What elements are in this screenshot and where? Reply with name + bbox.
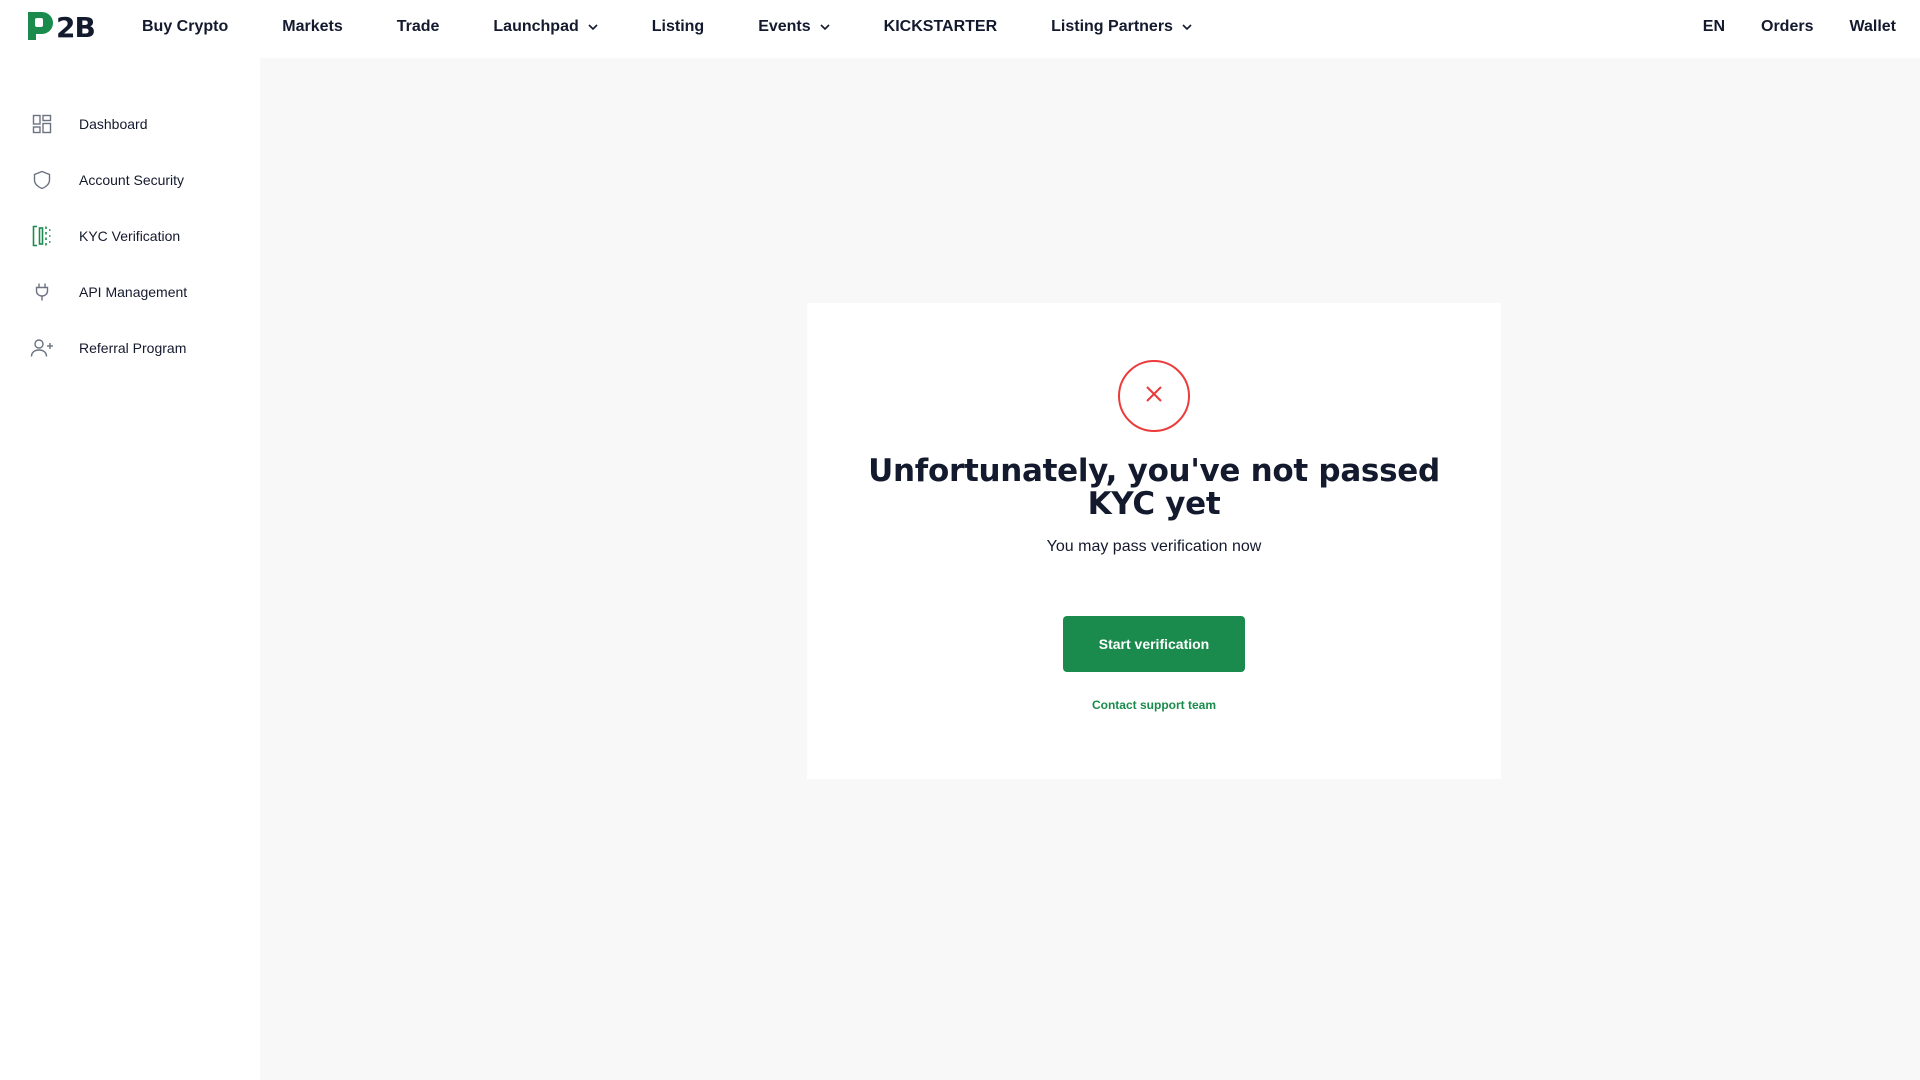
sidebar-item-label: Account Security (79, 172, 185, 188)
nav-kickstarter[interactable]: KICKSTARTER (884, 18, 997, 36)
orders-label: Orders (1761, 18, 1814, 35)
sidebar-item-referral-program[interactable]: Referral Program (30, 334, 186, 362)
chevron-down-icon (1182, 24, 1192, 30)
nav-markets[interactable]: Markets (282, 18, 342, 36)
nav-launchpad[interactable]: Launchpad (493, 18, 598, 36)
wallet-link[interactable]: Wallet (1849, 18, 1896, 36)
main-nav: Buy Crypto Markets Trade Launchpad Listi… (142, 0, 1246, 54)
nav-label: Listing Partners (1051, 18, 1173, 35)
orders-link[interactable]: Orders (1761, 18, 1813, 36)
sidebar-item-label: Referral Program (79, 340, 187, 356)
shield-icon (30, 168, 54, 192)
plug-icon (30, 280, 54, 304)
sidebar-item-api-management[interactable]: API Management (30, 278, 187, 306)
user-plus-icon (30, 336, 54, 360)
nav-label: KICKSTARTER (883, 18, 998, 35)
nav-label: Launchpad (493, 18, 579, 35)
header-right: EN Orders Wallet (1667, 0, 1896, 54)
sidebar: Dashboard Account Security KYC Verificat (0, 58, 260, 1080)
nav-listing[interactable]: Listing (652, 18, 704, 36)
sidebar-item-account-security[interactable]: Account Security (30, 166, 184, 194)
top-header: 2B Buy Crypto Markets Trade Launchpad Li… (0, 0, 1920, 58)
p-logo-icon (24, 8, 58, 47)
p2b-logo[interactable]: 2B (24, 8, 96, 47)
nav-trade[interactable]: Trade (397, 18, 440, 36)
nav-listing-partners[interactable]: Listing Partners (1051, 18, 1192, 36)
nav-label: Markets (282, 18, 343, 35)
sidebar-item-kyc-verification[interactable]: KYC Verification (30, 222, 180, 250)
main-content: Unfortunately, you've not passed KYC yet… (260, 58, 1920, 1080)
wallet-label: Wallet (1849, 18, 1896, 35)
kyc-status-card: Unfortunately, you've not passed KYC yet… (807, 303, 1501, 779)
kyc-status-title: Unfortunately, you've not passed KYC yet (868, 453, 1440, 522)
sidebar-item-label: KYC Verification (79, 228, 181, 244)
sidebar-item-dashboard[interactable]: Dashboard (30, 110, 148, 138)
logo-text: 2B (56, 10, 96, 44)
nav-label: Events (758, 18, 811, 35)
start-verification-button[interactable]: Start verification (1063, 616, 1245, 672)
language-label: EN (1702, 18, 1725, 35)
kyc-status-subtitle: You may pass verification now (1046, 538, 1262, 555)
id-scan-icon (30, 224, 54, 248)
dashboard-grid-icon (30, 112, 54, 136)
contact-support-link[interactable]: Contact support team (847, 698, 1461, 712)
nav-events[interactable]: Events (758, 18, 830, 36)
sidebar-item-label: API Management (79, 284, 188, 300)
language-selector[interactable]: EN (1703, 18, 1725, 36)
failed-status-circle (1118, 360, 1190, 432)
close-icon (1146, 385, 1162, 407)
nav-label: Listing (651, 18, 705, 35)
nav-label: Trade (396, 18, 440, 35)
nav-label: Buy Crypto (142, 18, 229, 35)
sidebar-item-label: Dashboard (79, 116, 148, 132)
chevron-down-icon (820, 24, 830, 30)
chevron-down-icon (588, 24, 598, 30)
nav-buy-crypto[interactable]: Buy Crypto (142, 18, 228, 36)
